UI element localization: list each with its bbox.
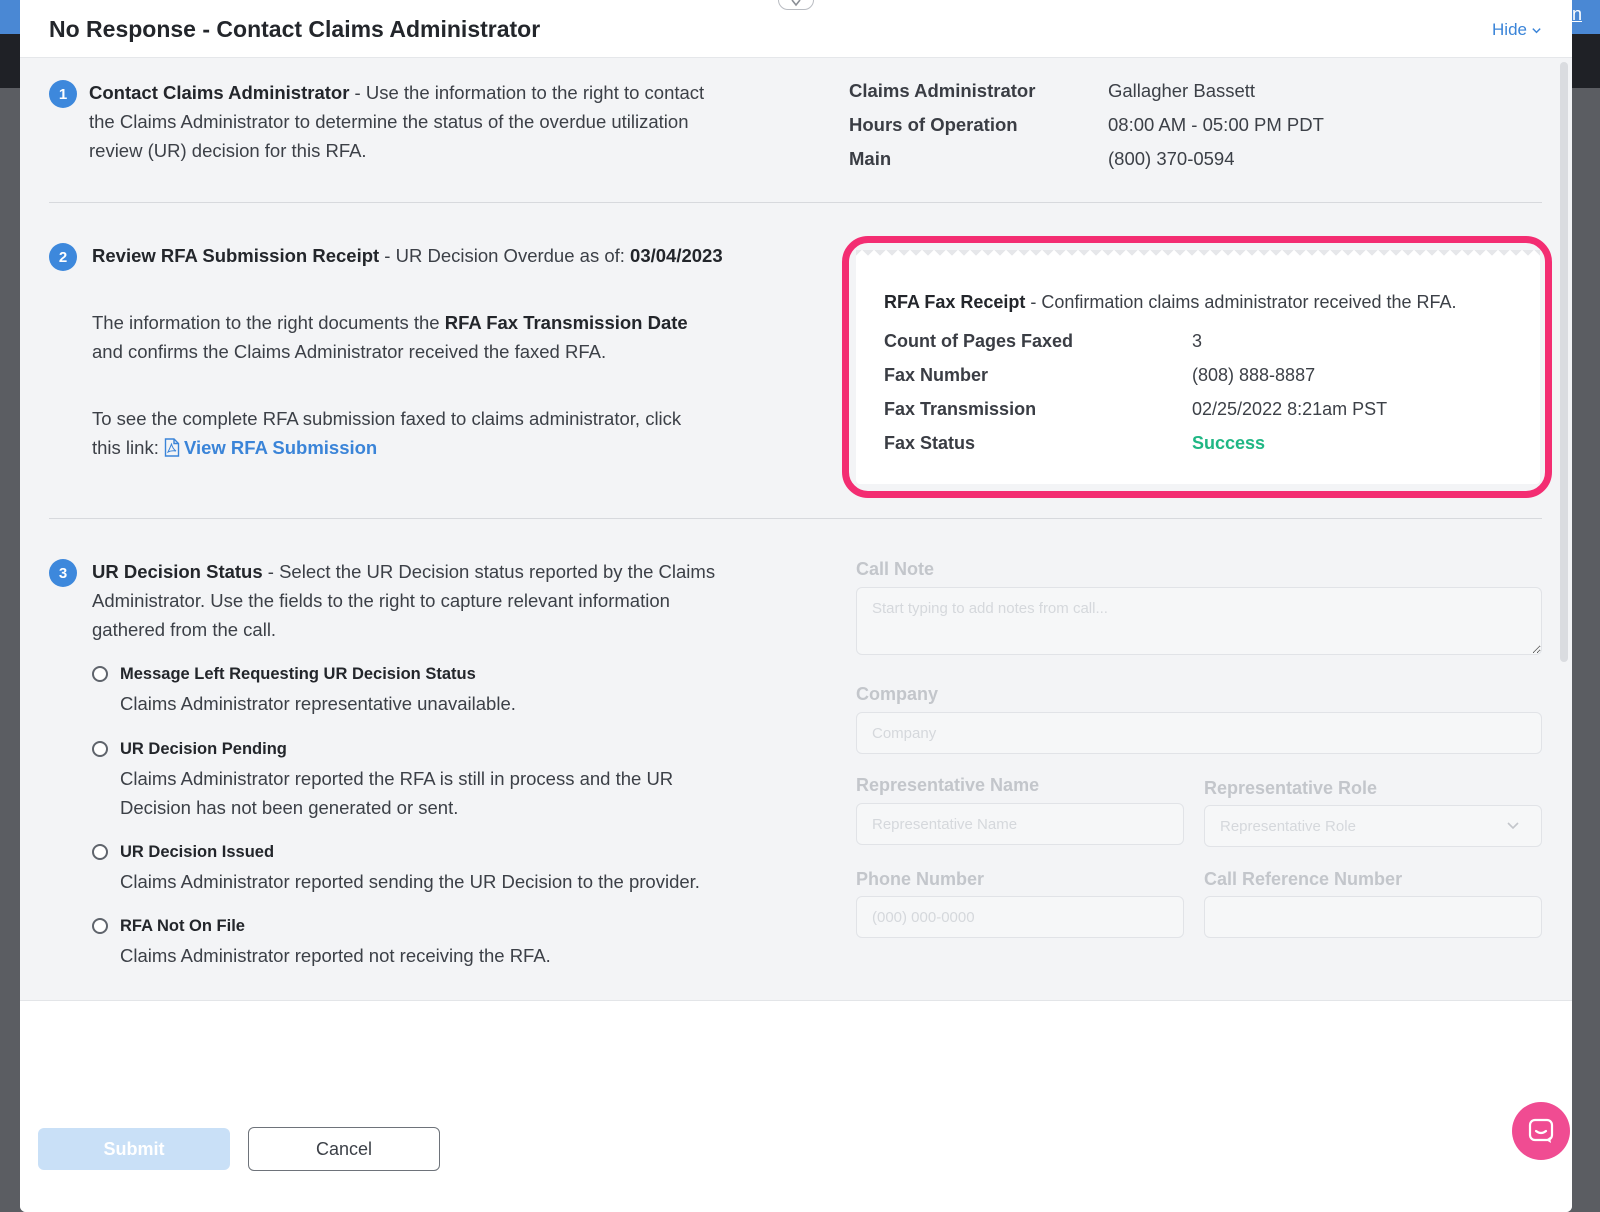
call-ref-label: Call Reference Number [1204, 869, 1403, 889]
option-pending-title[interactable]: UR Decision Pending [120, 740, 287, 759]
background-link[interactable]: n [1572, 4, 1582, 25]
step-3-description: UR Decision Status - Select the UR Decis… [92, 557, 792, 644]
claims-admin-label: Claims Administrator [849, 80, 1036, 101]
step-2-heading: Review RFA Submission Receipt [92, 245, 380, 266]
chevron-down-icon [791, 0, 801, 7]
contact-claims-modal: No Response - Contact Claims Administrat… [20, 0, 1572, 1212]
option-not-on-file-title[interactable]: RFA Not On File [120, 917, 245, 936]
step-2-text: this link: [92, 437, 164, 458]
claims-admin-value: Gallagher Bassett [1108, 80, 1256, 101]
rep-role-select[interactable] [1204, 805, 1542, 847]
step-2-paragraph-1: The information to the right documents t… [92, 308, 752, 366]
rep-role-label: Representative Role [1204, 778, 1378, 798]
divider [49, 202, 1542, 203]
receipt-torn-edge [856, 250, 1540, 262]
rep-name-input[interactable] [856, 803, 1184, 845]
call-note-input[interactable] [856, 587, 1542, 655]
call-note-label: Call Note [856, 559, 935, 579]
option-issued-desc: Claims Administrator reported sending th… [120, 871, 700, 892]
modal-title: No Response - Contact Claims Administrat… [49, 16, 541, 42]
step-1-text: the Claims Administrator to determine th… [89, 111, 689, 132]
option-issued-title[interactable]: UR Decision Issued [120, 843, 274, 862]
chat-button[interactable] [1512, 1102, 1570, 1160]
step-1-text: - Use the information to the right to co… [349, 82, 705, 103]
pages-faxed-value: 3 [1192, 331, 1203, 351]
step-3-text: Administrator. Use the fields to the rig… [92, 590, 670, 611]
fax-transmission-value: 02/25/2022 8:21am PST [1192, 399, 1388, 419]
view-rfa-submission-label: View RFA Submission [183, 437, 378, 458]
call-ref-input[interactable] [1204, 896, 1542, 938]
scrollbar[interactable] [1560, 62, 1568, 662]
step-1-text: review (UR) decision for this RFA. [89, 140, 367, 161]
fax-transmission-label: Fax Transmission [884, 399, 1037, 419]
company-input[interactable] [856, 712, 1542, 754]
step-1-description: Contact Claims Administrator - Use the i… [89, 78, 789, 165]
overdue-prefix: - UR Decision Overdue as of: [379, 245, 631, 266]
fax-number-label: Fax Number [884, 365, 989, 385]
phone-label: Phone Number [856, 869, 985, 889]
main-phone-label: Main [849, 148, 892, 169]
option-pending-desc: Claims Administrator reported the RFA is… [120, 768, 674, 789]
company-label: Company [856, 684, 939, 704]
option-pending-desc: Decision has not been generated or sent. [120, 797, 459, 818]
step-2-text: To see the complete RFA submission faxed… [92, 408, 682, 429]
phone-input[interactable] [856, 896, 1184, 938]
fax-number-value: (808) 888-8887 [1192, 365, 1316, 385]
rfa-fax-receipt-card: RFA Fax Receipt - Confirmation claims ad… [856, 250, 1540, 484]
cancel-button[interactable]: Cancel [248, 1127, 440, 1171]
submit-button[interactable]: Submit [38, 1128, 230, 1170]
option-message-left-desc: Claims Administrator representative unav… [120, 693, 516, 714]
collapse-tab[interactable] [778, 0, 814, 10]
chevron-down-icon [1507, 822, 1519, 830]
fax-status-value: Success [1192, 433, 1266, 453]
view-rfa-submission-link[interactable]: View RFA Submission [164, 437, 377, 458]
option-not-on-file-desc: Claims Administrator reported not receiv… [120, 945, 551, 966]
step-2-badge: 2 [49, 243, 77, 271]
pages-faxed-label: Count of Pages Faxed [884, 331, 1074, 351]
hours-value: 08:00 AM - 05:00 PM PDT [1108, 114, 1324, 135]
step-2-paragraph-2: To see the complete RFA submission faxed… [92, 404, 772, 462]
step-2-text: and confirms the Claims Administrator re… [92, 341, 607, 362]
step-3-badge: 3 [49, 559, 77, 587]
radio-message-left[interactable] [92, 666, 108, 682]
step-1-badge: 1 [49, 80, 77, 108]
rep-name-label: Representative Name [856, 775, 1040, 795]
overdue-date: 03/04/2023 [630, 245, 723, 266]
fax-status-label: Fax Status [884, 433, 976, 453]
step-2-heading-line: Review RFA Submission Receipt - UR Decis… [92, 241, 812, 270]
hide-button[interactable]: Hide [1492, 20, 1542, 40]
option-message-left-title[interactable]: Message Left Requesting UR Decision Stat… [120, 665, 476, 684]
chat-icon [1528, 1118, 1554, 1143]
receipt-title: RFA Fax Receipt [884, 292, 1026, 312]
radio-rfa-not-on-file[interactable] [92, 918, 108, 934]
radio-ur-decision-issued[interactable] [92, 844, 108, 860]
modal-footer: Submit Cancel [20, 1000, 1572, 1212]
fax-date-emphasis: RFA Fax Transmission Date [444, 312, 688, 333]
main-phone-value[interactable]: (800) 370-0594 [1108, 148, 1235, 170]
step-3-text: gathered from the call. [92, 619, 277, 640]
step-2-text: The information to the right documents t… [92, 312, 445, 333]
step-3-text: - Select the UR Decision status reported… [262, 561, 716, 582]
hide-label: Hide [1492, 20, 1527, 39]
receipt-subtitle: - Confirmation claims administrator rece… [1025, 292, 1457, 312]
pdf-file-icon [164, 438, 180, 457]
step-3-heading: UR Decision Status [92, 561, 263, 582]
receipt-title-line: RFA Fax Receipt - Confirmation claims ad… [884, 288, 1524, 317]
hours-label: Hours of Operation [849, 114, 1018, 135]
divider [49, 518, 1542, 519]
step-1-heading: Contact Claims Administrator [89, 82, 350, 103]
chevron-down-icon [1532, 27, 1541, 33]
radio-ur-decision-pending[interactable] [92, 741, 108, 757]
